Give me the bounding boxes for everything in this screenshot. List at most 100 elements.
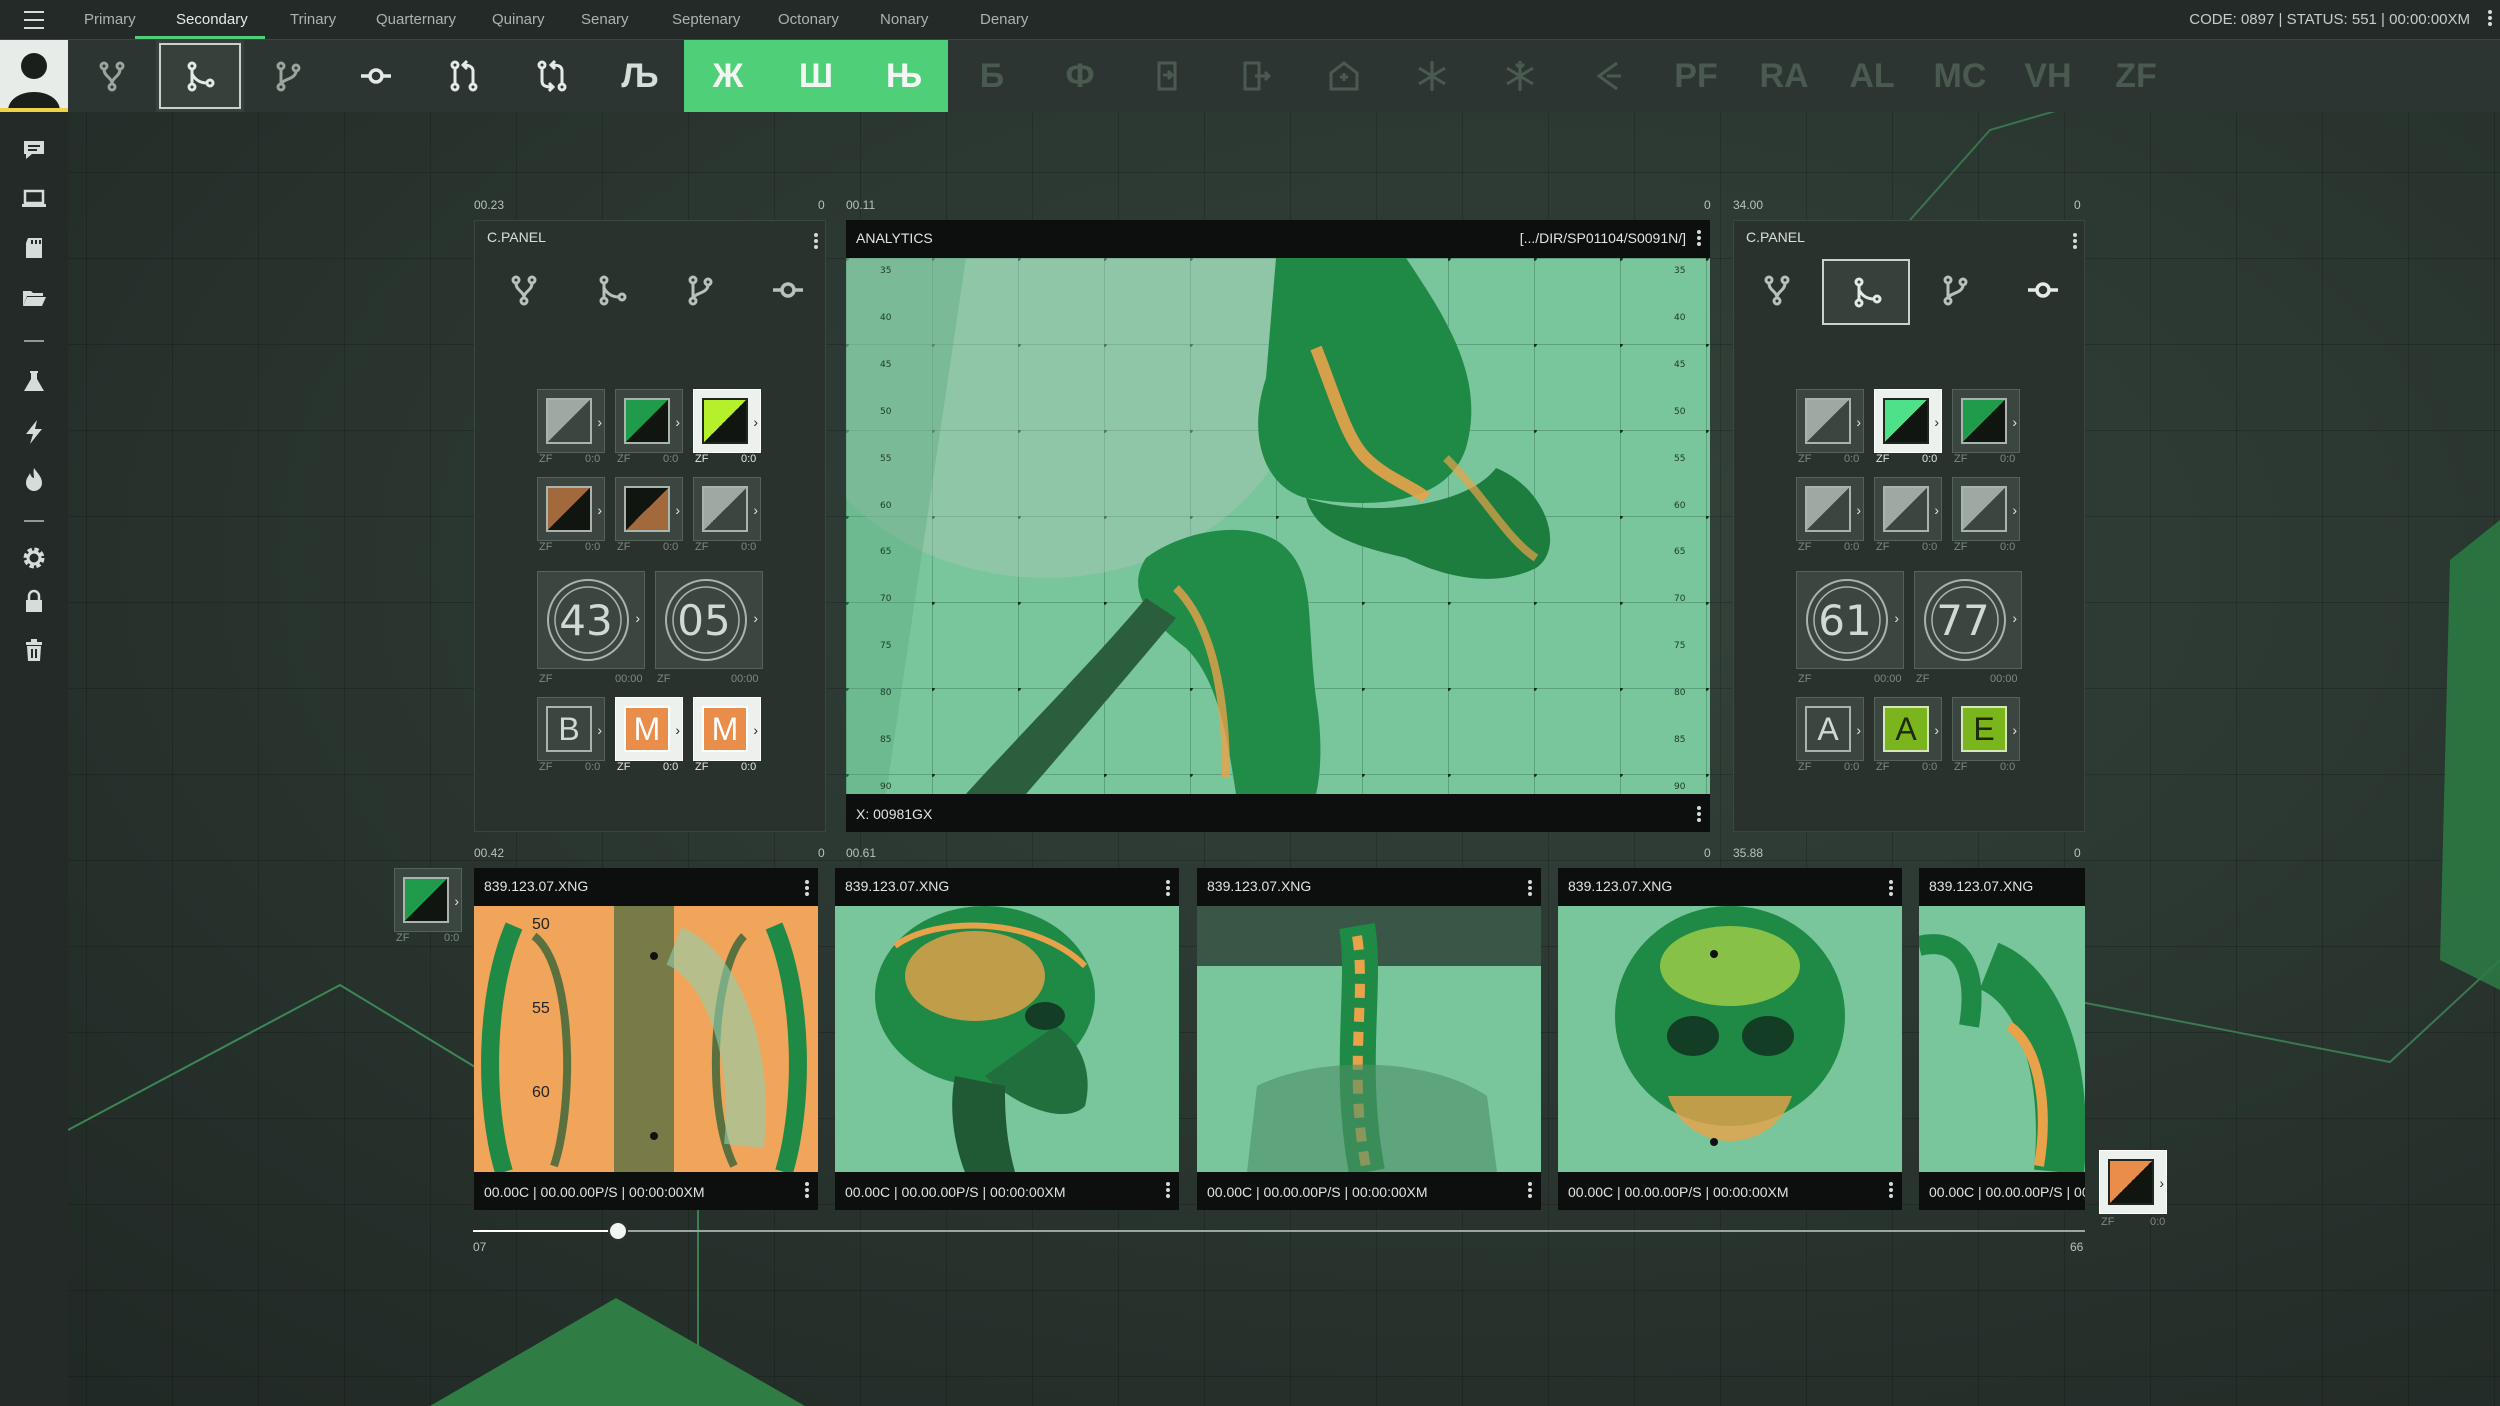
kebab-menu-icon[interactable] — [1527, 1182, 1533, 1200]
gear-icon[interactable] — [20, 544, 48, 572]
toolbar-glyph-ef[interactable]: Ф — [1036, 40, 1124, 112]
toolbar-glyph-be[interactable]: Б — [948, 40, 1036, 112]
kebab-menu-icon[interactable] — [1888, 1182, 1894, 1200]
thumbnail-card[interactable]: 839.123.07.XNG 00.00C | 00.00.00P/S | 00… — [1197, 868, 1541, 1210]
tab-senary[interactable]: Senary — [581, 0, 629, 40]
hamburger-menu-icon[interactable] — [18, 8, 50, 32]
toolbar-abbr-zf[interactable]: ZF — [2092, 40, 2180, 112]
panel-commit-icon[interactable] — [771, 273, 805, 307]
strip-prev-swatch[interactable]: › — [394, 868, 462, 932]
swatch-tile[interactable]: › — [1796, 389, 1864, 453]
toolbar-abbr-ra[interactable]: RA — [1740, 40, 1828, 112]
tab-nonary[interactable]: Nonary — [880, 0, 928, 40]
swatch-tile[interactable]: › — [693, 477, 761, 541]
toolbar-abbr-vh[interactable]: VH — [2004, 40, 2092, 112]
tab-denary[interactable]: Denary — [980, 0, 1028, 40]
panel-commit-icon[interactable] — [2026, 273, 2060, 307]
letter-tile-selected[interactable]: M › — [615, 697, 683, 761]
toolbar-glyph-zhe[interactable]: Ж — [684, 40, 772, 112]
swatch-tile[interactable]: › — [1796, 477, 1864, 541]
dial-gauge[interactable]: 77 › — [1914, 571, 2022, 669]
kebab-menu-icon[interactable] — [1696, 230, 1702, 248]
toolbar-snowflake-button[interactable] — [1388, 40, 1476, 112]
toolbar-door-exit-alt-button[interactable] — [1212, 40, 1300, 112]
timeline-slider-track[interactable] — [473, 1230, 2085, 1232]
toolbar-scorpio-button[interactable] — [1564, 40, 1652, 112]
letter-tile[interactable]: A › — [1796, 697, 1864, 761]
toolbar-snowflake-alt-button[interactable] — [1476, 40, 1564, 112]
swatch-tile-selected[interactable]: › — [693, 389, 761, 453]
skull-side-xray-image[interactable] — [835, 906, 1179, 1172]
tab-septenary[interactable]: Septenary — [672, 0, 740, 40]
lock-icon[interactable] — [20, 588, 48, 616]
dial-gauge[interactable]: 61 › — [1796, 571, 1904, 669]
tab-octonary[interactable]: Octonary — [778, 0, 839, 40]
tab-quinary[interactable]: Quinary — [492, 0, 545, 40]
dial-gauge[interactable]: 05 › — [655, 571, 763, 669]
thumbnail-card[interactable]: 839.123.07.XNG 00.00C | 00.00.00P/S | 00… — [835, 868, 1179, 1210]
toolbar-merge-button[interactable] — [244, 40, 332, 112]
sd-card-icon[interactable] — [20, 234, 48, 262]
spine-xray-image[interactable] — [1197, 906, 1541, 1172]
letter-tile[interactable]: A › — [1874, 697, 1942, 761]
kebab-menu-icon[interactable] — [1165, 1182, 1171, 1200]
kebab-menu-icon[interactable] — [2486, 10, 2494, 30]
toolbar-abbr-mc[interactable]: MC — [1916, 40, 2004, 112]
toolbar-sync-button[interactable] — [508, 40, 596, 112]
toolbar-fork-button[interactable] — [68, 40, 156, 112]
toolbar-glyph-nje[interactable]: Њ — [860, 40, 948, 112]
toolbar-pull-request-button[interactable] — [420, 40, 508, 112]
kebab-menu-icon[interactable] — [804, 1182, 810, 1200]
strip-next-swatch[interactable]: › — [2099, 1150, 2167, 1214]
swatch-tile[interactable]: › — [615, 389, 683, 453]
letter-tile[interactable]: E › — [1952, 697, 2020, 761]
thumbnail-card[interactable]: 839.123.07.XNG 50 55 60 00.00C | 00.00.0… — [474, 868, 818, 1210]
kebab-menu-icon[interactable] — [1165, 880, 1171, 898]
swatch-tile[interactable]: › — [1952, 477, 2020, 541]
kebab-menu-icon[interactable] — [813, 233, 819, 251]
panel-merge-icon[interactable] — [1938, 273, 1972, 307]
knee-xray-image[interactable]: 35 40 45 50 55 60 65 70 75 80 85 90 35 40 45 50 55 60 65 7… — [846, 258, 1710, 794]
swatch-tile[interactable]: › — [537, 389, 605, 453]
thumbnail-card[interactable]: 839.123.07.XNG 00.00C | 00.00.00P/S | 00… — [1919, 868, 2085, 1210]
dial-gauge[interactable]: 43 › — [537, 571, 645, 669]
toolbar-hospital-button[interactable] — [1300, 40, 1388, 112]
folder-open-icon[interactable] — [20, 284, 48, 312]
kebab-menu-icon[interactable] — [1696, 806, 1702, 824]
swatch-tile[interactable]: › — [1874, 477, 1942, 541]
toolbar-branch-button[interactable] — [156, 40, 244, 112]
panel-fork-icon[interactable] — [507, 273, 541, 307]
kebab-menu-icon[interactable] — [1527, 880, 1533, 898]
panel-fork-icon[interactable] — [1760, 273, 1794, 307]
timeline-slider-handle[interactable] — [608, 1221, 629, 1241]
flask-icon[interactable] — [20, 368, 48, 396]
tab-primary[interactable]: Primary — [84, 0, 136, 40]
toolbar-glyph-lje[interactable]: Љ — [596, 40, 684, 112]
panel-branch-selected-icon[interactable] — [1822, 259, 1910, 325]
swatch-tile[interactable]: › — [615, 477, 683, 541]
laptop-icon[interactable] — [20, 184, 48, 212]
toolbar-door-exit-button[interactable] — [1124, 40, 1212, 112]
abdomen-xray-image[interactable] — [1919, 906, 2085, 1172]
thumbnail-card[interactable]: 839.123.07.XNG 00.00C | 00.00.00P/S | 00… — [1558, 868, 1902, 1210]
toolbar-glyph-sha[interactable]: Ш — [772, 40, 860, 112]
letter-tile-selected[interactable]: M › — [693, 697, 761, 761]
kebab-menu-icon[interactable] — [2072, 233, 2078, 251]
chat-icon[interactable] — [20, 136, 48, 164]
panel-branch-icon[interactable] — [595, 273, 629, 307]
tab-trinary[interactable]: Trinary — [290, 0, 336, 40]
swatch-tile[interactable]: › — [1952, 389, 2020, 453]
chest-xray-image[interactable] — [474, 906, 818, 1172]
toolbar-commit-button[interactable] — [332, 40, 420, 112]
toolbar-abbr-al[interactable]: AL — [1828, 40, 1916, 112]
trash-icon[interactable] — [20, 636, 48, 664]
tab-quarternary[interactable]: Quarternary — [376, 0, 456, 40]
kebab-menu-icon[interactable] — [1888, 880, 1894, 898]
panel-merge-icon[interactable] — [683, 273, 717, 307]
avatar[interactable] — [0, 40, 68, 112]
swatch-tile-selected[interactable]: › — [1874, 389, 1942, 453]
kebab-menu-icon[interactable] — [804, 880, 810, 898]
bolt-icon[interactable] — [20, 418, 48, 446]
toolbar-abbr-pf[interactable]: PF — [1652, 40, 1740, 112]
letter-tile[interactable]: B › — [537, 697, 605, 761]
